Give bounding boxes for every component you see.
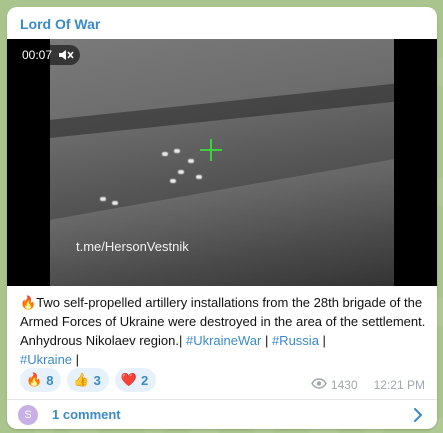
video-time-badge[interactable]: 00:07 xyxy=(15,45,81,65)
thumbs-up-icon: 👍 xyxy=(73,372,90,387)
post-text: 🔥Two self-propelled artillery installati… xyxy=(20,293,428,369)
comments-label: 1 comment xyxy=(52,407,121,422)
channel-name[interactable]: Lord Of War xyxy=(20,16,100,32)
separator: | xyxy=(72,352,80,367)
reaction-heart[interactable]: ❤️ 2 xyxy=(114,368,157,392)
reaction-count: 3 xyxy=(93,372,101,388)
reaction-thumbs-up[interactable]: 👍 3 xyxy=(67,368,109,392)
reaction-fire[interactable]: 🔥 8 xyxy=(20,368,62,392)
channel-post: Lord Of War t.me/HersonVestnik 00:07 🔥Tw… xyxy=(7,7,437,429)
fire-icon: 🔥 xyxy=(26,372,43,387)
video-time: 00:07 xyxy=(22,48,53,62)
thermal-hotspot xyxy=(178,170,184,174)
thermal-hotspot xyxy=(188,159,194,163)
post-time: 12:21 PM xyxy=(373,378,425,392)
hashtag-ukraine[interactable]: #Ukraine xyxy=(20,352,72,367)
thermal-hotspot xyxy=(162,152,168,156)
thermal-hotspot xyxy=(100,197,106,201)
reaction-count: 2 xyxy=(141,372,149,388)
crosshair-icon xyxy=(200,139,222,161)
comments-button[interactable]: S 1 comment xyxy=(7,400,437,429)
separator: | xyxy=(261,333,272,348)
video-player[interactable]: t.me/HersonVestnik 00:07 xyxy=(7,39,437,286)
thermal-hotspot xyxy=(196,175,202,179)
video-scene-band xyxy=(50,80,394,140)
reaction-count: 8 xyxy=(46,372,54,388)
eye-icon xyxy=(311,378,327,392)
separator: | xyxy=(318,333,326,348)
post-meta: 1430 12:21 PM xyxy=(311,378,425,392)
avatar: S xyxy=(18,404,38,425)
hashtag-russia[interactable]: #Russia xyxy=(272,333,319,348)
thermal-hotspot xyxy=(112,201,118,205)
thermal-hotspot xyxy=(174,149,180,153)
view-count: 1430 xyxy=(330,378,358,392)
fire-emoji: 🔥 xyxy=(20,295,37,310)
thermal-hotspot xyxy=(170,179,176,183)
video-watermark: t.me/HersonVestnik xyxy=(76,239,189,254)
chevron-right-icon xyxy=(413,408,423,427)
video-scene-road xyxy=(50,153,394,286)
muted-speaker-icon[interactable] xyxy=(58,49,74,61)
heart-icon: ❤️ xyxy=(120,372,138,387)
hashtag-ukrainewar[interactable]: #UkraineWar xyxy=(186,333,261,348)
video-frame[interactable]: t.me/HersonVestnik xyxy=(50,39,394,286)
reactions-bar: 🔥 8 👍 3 ❤️ 2 xyxy=(20,368,157,392)
